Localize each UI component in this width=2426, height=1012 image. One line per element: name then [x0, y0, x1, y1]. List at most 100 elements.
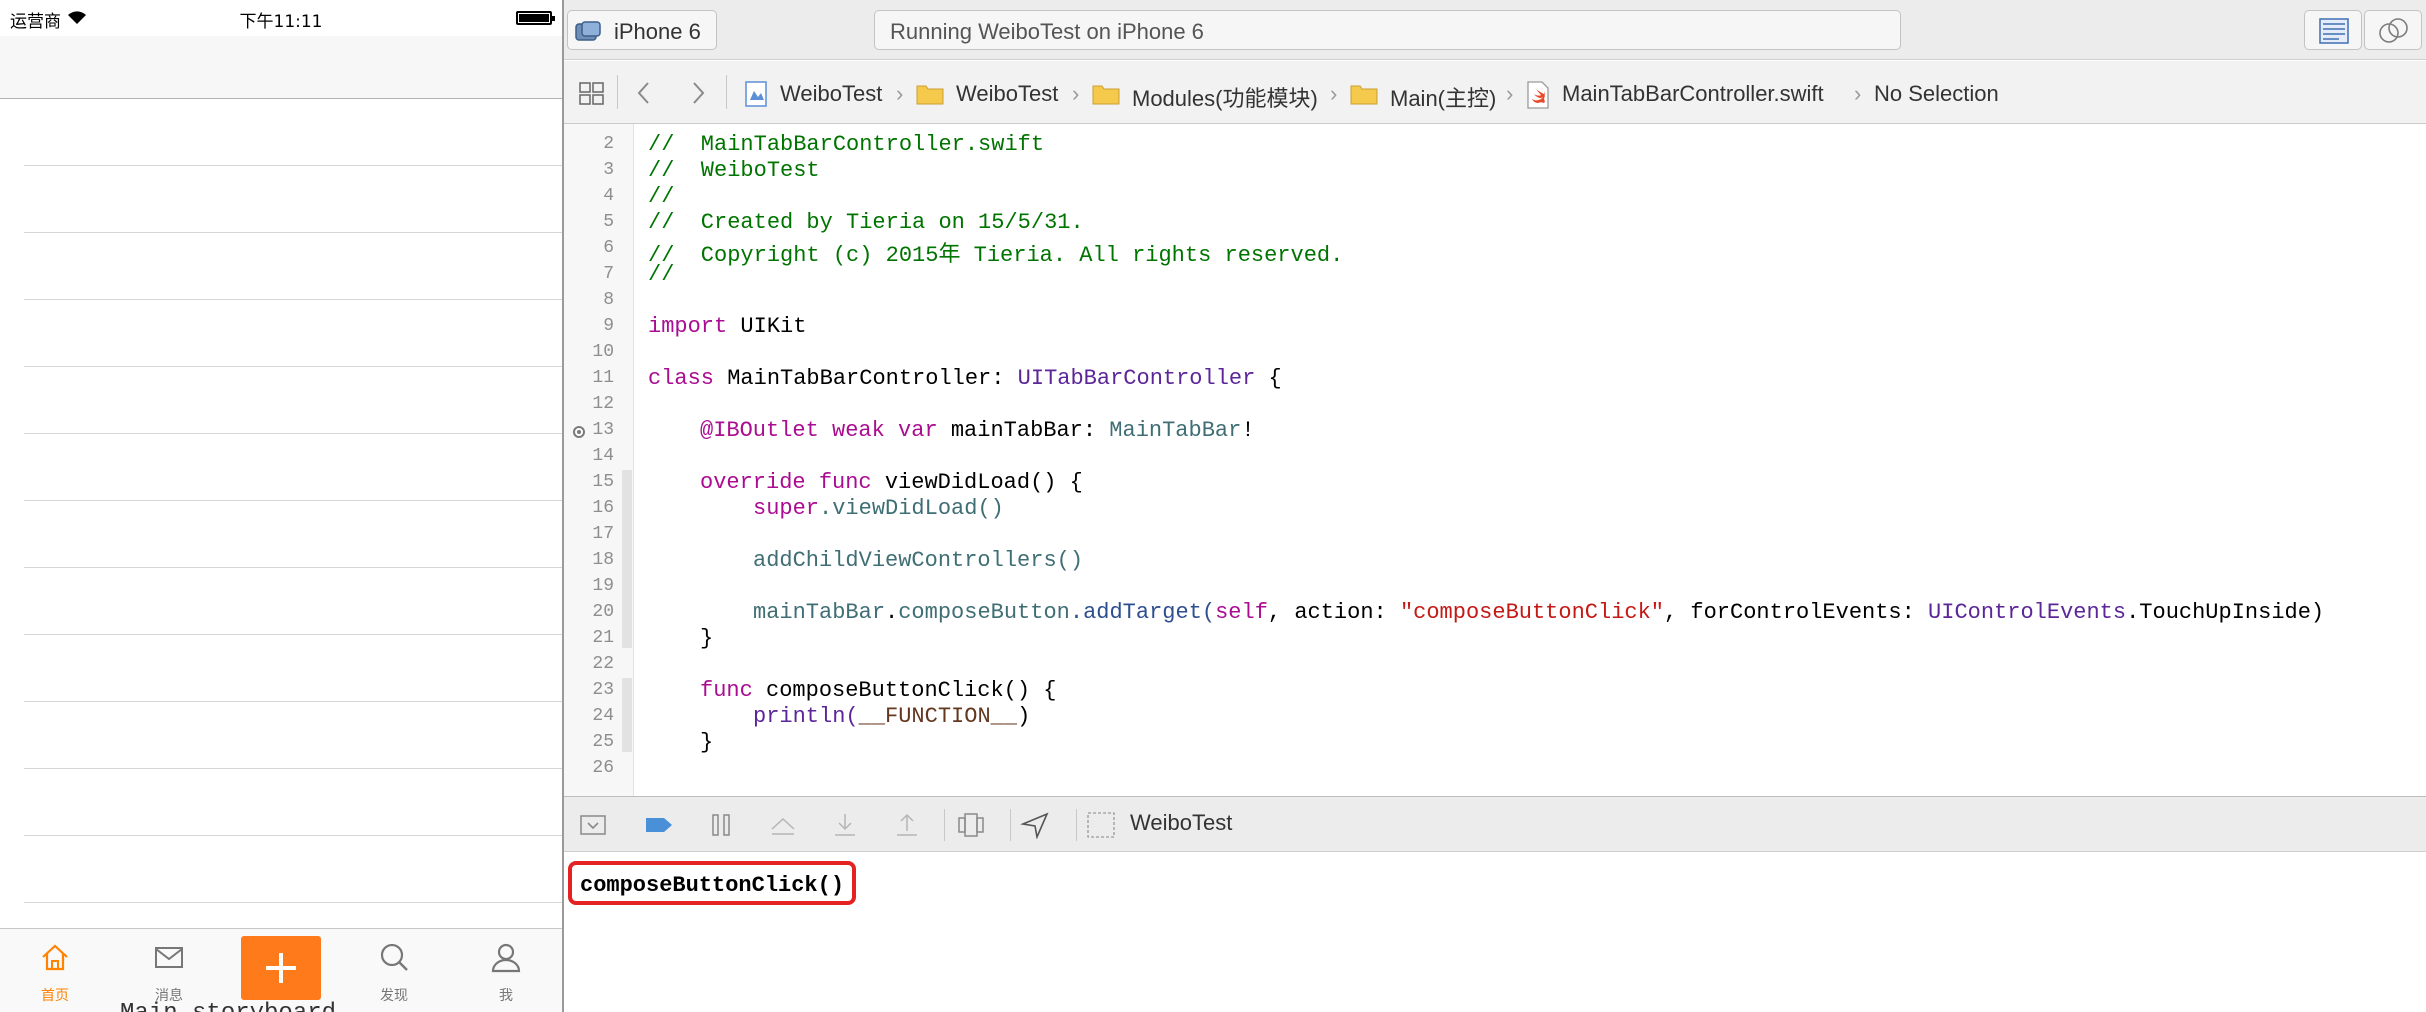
macro-token: __FUNCTION__: [858, 704, 1018, 729]
function-token: println(: [753, 704, 859, 729]
code-token: composeButton: [898, 600, 1070, 625]
keyword-token: super: [753, 496, 820, 521]
ios-status-bar: 运营商 下午11:11: [0, 0, 562, 36]
line-number: 16: [592, 498, 614, 518]
code-line-13: @IBOutlet weak var mainTabBar: MainTabBa…: [700, 418, 1255, 443]
code-token: mainTabBar:: [937, 418, 1110, 443]
code-token: {: [1255, 366, 1282, 391]
line-number: 11: [592, 368, 614, 388]
code-line-11: class MainTabBarController: UITabBarCont…: [648, 366, 1282, 391]
line-number: 10: [592, 342, 614, 362]
keyword-token: class: [648, 366, 715, 391]
folder-icon: [916, 85, 944, 105]
line-number: 7: [603, 264, 614, 284]
code-token: viewDidLoad() {: [871, 470, 1083, 495]
battery-icon: [516, 11, 555, 25]
xcode-toolbar: iPhone 6 Running WeiboTest on iPhone 6: [564, 0, 2426, 60]
debug-bar: WeiboTest: [564, 796, 2426, 852]
activity-status-text: Running WeiboTest on iPhone 6: [890, 19, 1204, 44]
swift-file-icon: [1527, 81, 1549, 109]
line-number: 26: [592, 758, 614, 778]
console-area[interactable]: composeButtonClick(): [564, 852, 2426, 1012]
line-number: 25: [592, 732, 614, 752]
code-fold-ribbon[interactable]: [622, 678, 632, 752]
code-token: , action:: [1267, 600, 1400, 625]
tab-home-label: 首页: [41, 988, 69, 1004]
line-number: 12: [592, 394, 614, 414]
compose-button[interactable]: [241, 936, 321, 1000]
line-number: 21: [592, 628, 614, 648]
navigation-bar: [0, 36, 562, 99]
step-out-icon[interactable]: [892, 811, 922, 839]
breadcrumb-file[interactable]: MainTabBarController.swift: [1562, 81, 1824, 107]
envelope-icon: [155, 947, 183, 968]
hide-debug-area-icon[interactable]: [578, 811, 608, 839]
view-hierarchy-icon[interactable]: [956, 811, 986, 839]
line-number: 24: [592, 706, 614, 726]
pause-icon[interactable]: [706, 811, 736, 839]
app-target-icon: [575, 21, 601, 41]
line-number: 3: [603, 160, 614, 180]
tab-home[interactable]: 首页: [10, 929, 100, 1012]
code-token: mainTabBar: [753, 600, 886, 625]
folder-icon: [1092, 85, 1120, 105]
code-token: !: [1241, 418, 1255, 443]
tab-discover[interactable]: 发现: [349, 929, 439, 1012]
step-into-icon[interactable]: [830, 811, 860, 839]
breadcrumb-group-weibotest[interactable]: WeiboTest: [956, 81, 1058, 107]
breadcrumb-group-modules[interactable]: Modules(功能模块): [1132, 81, 1318, 113]
line-number: 2: [603, 134, 614, 154]
line-number: 15: [592, 472, 614, 492]
code-token: MainTabBarController:: [714, 366, 1018, 391]
keyword-token: weak var: [818, 418, 938, 443]
line-number-gutter: 2 3 4 5 6 7 8 9 10 11 12 13 14 15 16 17 …: [564, 124, 634, 796]
breadcrumb-separator: ›: [1330, 81, 1338, 106]
code-line-5: // Created by Tieria on 15/5/31.: [648, 210, 1084, 235]
type-token: MainTabBar: [1109, 418, 1242, 443]
code-token: , forControlEvents:: [1664, 600, 1929, 625]
breadcrumb-group-main[interactable]: Main(主控): [1390, 81, 1496, 113]
back-arrow-icon[interactable]: [636, 81, 652, 105]
standard-editor-icon: [2319, 18, 2349, 44]
clipped-file-name: Main.storyboard: [120, 1000, 336, 1012]
code-token: .viewDidLoad(): [819, 496, 1004, 521]
type-token: UIControlEvents: [1928, 600, 2127, 625]
standard-editor-button[interactable]: [2304, 10, 2362, 50]
clock-label: 下午11:11: [239, 12, 323, 32]
scheme-selector[interactable]: iPhone 6: [567, 10, 717, 50]
tab-me[interactable]: 我: [461, 929, 551, 1012]
code-fold-ribbon[interactable]: [622, 470, 632, 648]
source-editor[interactable]: 2 3 4 5 6 7 8 9 10 11 12 13 14 15 16 17 …: [564, 124, 2426, 796]
breadcrumb-symbol[interactable]: No Selection: [1874, 81, 1999, 107]
line-number: 14: [592, 446, 614, 466]
code-line-21: }: [700, 626, 714, 651]
breakpoints-toggle-icon[interactable]: [644, 811, 674, 839]
assistant-editor-button[interactable]: [2364, 10, 2422, 50]
process-icon[interactable]: [1086, 811, 1116, 839]
search-icon: [380, 943, 408, 971]
code-line-18: addChildViewControllers(): [753, 548, 1084, 573]
related-items-icon[interactable]: [578, 81, 606, 107]
ios-simulator: 运营商 下午11:11 首页 消息 发现 我: [0, 0, 562, 1012]
folder-icon: [1350, 85, 1378, 105]
line-number: 5: [603, 212, 614, 232]
forward-arrow-icon[interactable]: [690, 81, 706, 105]
table-view[interactable]: [0, 99, 562, 929]
keyword-token: func: [700, 678, 753, 703]
step-over-icon[interactable]: [768, 811, 798, 839]
debug-target-label[interactable]: WeiboTest: [1130, 810, 1232, 836]
breadcrumb-separator: ›: [896, 81, 904, 106]
line-number: 17: [592, 524, 614, 544]
tab-me-label: 我: [499, 988, 513, 1004]
code-line-3: // WeiboTest: [648, 158, 820, 183]
location-arrow-icon[interactable]: [1020, 811, 1050, 839]
breadcrumb-project[interactable]: WeiboTest: [780, 81, 882, 107]
code-line-2: // MainTabBarController.swift: [648, 132, 1045, 157]
code-line-24: println(__FUNCTION__): [753, 704, 1030, 729]
keyword-token: import: [648, 314, 728, 339]
code-line-16: super.viewDidLoad(): [753, 496, 1004, 521]
console-output-highlight: composeButtonClick(): [568, 861, 857, 905]
project-icon: [745, 81, 767, 107]
outlet-connection-icon[interactable]: [573, 426, 585, 438]
code-token: .: [885, 600, 899, 625]
